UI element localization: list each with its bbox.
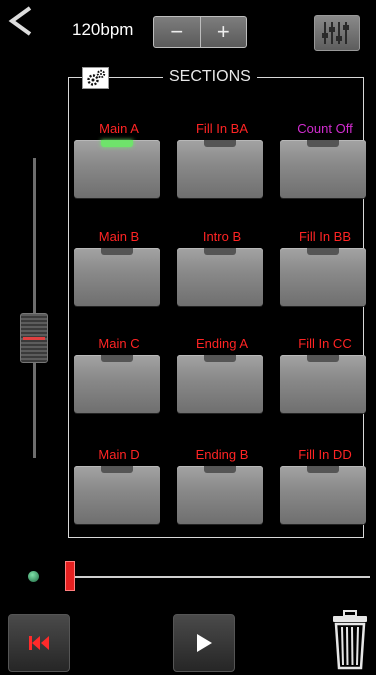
section-pad[interactable] — [177, 248, 263, 306]
section-pad[interactable] — [177, 140, 263, 198]
pad-status-led — [101, 248, 133, 255]
section-pad-label: Intro B — [202, 229, 242, 244]
tempo-increase-button[interactable]: + — [201, 17, 247, 47]
tempo-label: 120bpm — [72, 20, 134, 39]
section-pad[interactable] — [280, 355, 366, 413]
pad-status-led — [307, 248, 339, 255]
pad-status-led — [101, 140, 133, 147]
trash-icon — [333, 610, 367, 670]
section-pad[interactable] — [74, 248, 160, 306]
section-pad[interactable] — [74, 466, 160, 524]
section-pad[interactable] — [280, 140, 366, 198]
section-pad-label: Fill In BB — [298, 229, 351, 244]
section-pad-label: Main B — [98, 229, 140, 244]
pad-status-led — [101, 355, 133, 362]
section-pad[interactable] — [280, 248, 366, 306]
rewind-button[interactable] — [8, 614, 70, 672]
fader-indicator — [23, 337, 45, 340]
section-pad[interactable] — [74, 355, 160, 413]
song-position-track[interactable] — [66, 576, 370, 578]
section-pad-label: Fill In BA — [195, 121, 248, 136]
section-pad-label: Fill In DD — [298, 447, 352, 462]
section-pad-label: Ending A — [195, 336, 249, 351]
pad-status-led — [101, 466, 133, 473]
pad-status-led — [307, 140, 339, 147]
play-icon — [197, 634, 212, 652]
volume-fader-track[interactable] — [33, 158, 36, 458]
status-led — [28, 571, 39, 582]
section-pad[interactable] — [177, 466, 263, 524]
section-pad[interactable] — [177, 355, 263, 413]
pad-status-led — [307, 355, 339, 362]
gears-icon — [86, 69, 105, 86]
pad-status-led — [204, 248, 236, 255]
section-pad-label: Main C — [98, 336, 140, 351]
sections-title: SECTIONS — [163, 68, 257, 86]
chevron-left-icon — [8, 6, 32, 36]
back-button[interactable] — [6, 4, 36, 38]
tempo-stepper: − + — [153, 16, 247, 48]
section-pad[interactable] — [74, 140, 160, 198]
song-position-handle[interactable] — [65, 561, 75, 591]
skip-back-icon — [29, 636, 49, 650]
tempo-decrease-button[interactable]: − — [154, 17, 201, 47]
section-pad-label: Main D — [98, 447, 140, 462]
mixer-button[interactable] — [314, 15, 360, 51]
trash-button[interactable] — [330, 608, 370, 670]
pad-status-led — [204, 140, 236, 147]
pad-status-led — [204, 466, 236, 473]
section-pad-label: Count Off — [297, 121, 353, 136]
section-pad[interactable] — [280, 466, 366, 524]
sliders-icon — [322, 22, 349, 44]
pad-status-led — [204, 355, 236, 362]
section-pad-label: Main A — [99, 121, 139, 136]
volume-fader-handle[interactable] — [20, 313, 48, 363]
pad-status-led — [307, 466, 339, 473]
section-settings-button[interactable] — [82, 67, 109, 89]
section-pad-label: Ending B — [195, 447, 249, 462]
play-button[interactable] — [173, 614, 235, 672]
section-pad-label: Fill In CC — [298, 336, 352, 351]
